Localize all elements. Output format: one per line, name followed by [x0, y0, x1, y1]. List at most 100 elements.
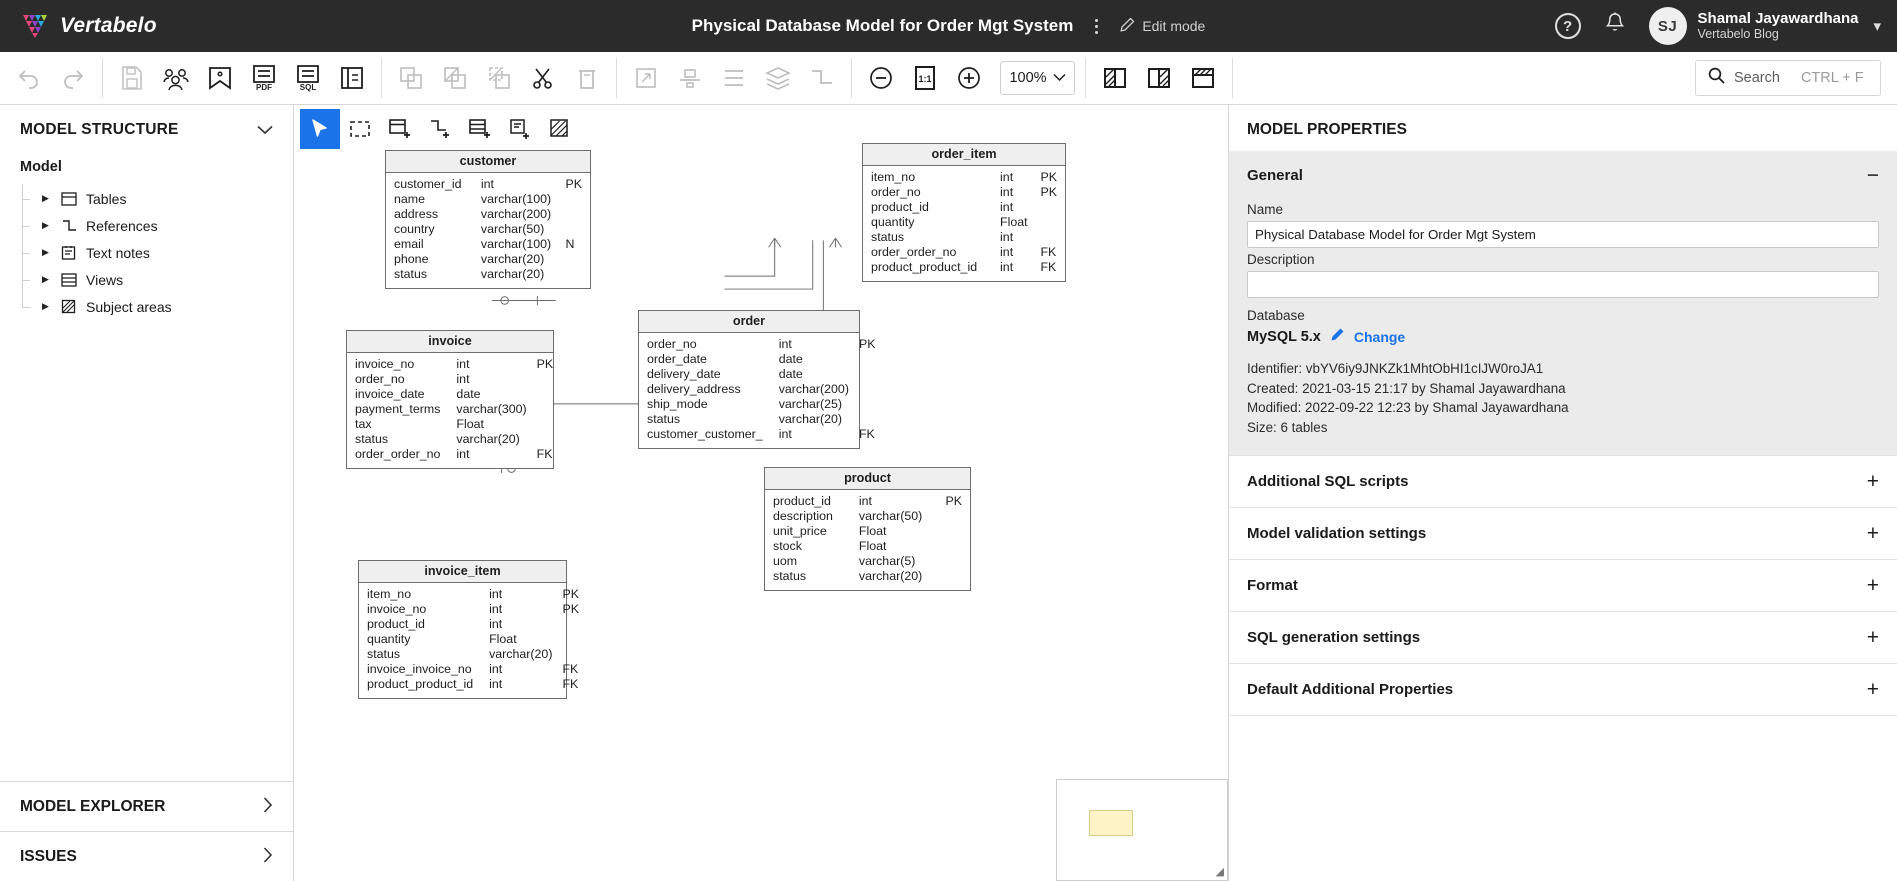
erd-column-row[interactable]: order_no int PK [871, 185, 1057, 200]
help-icon[interactable]: ? [1554, 13, 1581, 39]
pencil-icon[interactable] [1330, 327, 1345, 347]
erd-column-row[interactable]: order_no int PK [647, 337, 875, 352]
align-top-icon[interactable] [671, 59, 709, 97]
erd-column-row[interactable]: country varchar(50) [394, 222, 582, 237]
erd-column-row[interactable]: description varchar(50) [773, 509, 962, 524]
minus-icon[interactable]: − [1867, 165, 1879, 186]
paste-special-icon[interactable] [480, 59, 518, 97]
sidebar-item-references[interactable]: ▶ References [20, 212, 293, 239]
marquee-select-icon[interactable] [340, 109, 380, 149]
add-note-icon[interactable] [500, 109, 540, 149]
edit-mode-button[interactable]: Edit mode [1119, 17, 1205, 36]
erd-column-row[interactable]: status varchar(20) [367, 647, 579, 662]
erd-column-row[interactable]: unit_price Float [773, 524, 962, 539]
layers-icon[interactable] [759, 59, 797, 97]
erd-column-row[interactable]: name varchar(100) [394, 192, 582, 207]
change-database-link[interactable]: Change [1354, 329, 1405, 345]
split-right-icon[interactable] [1140, 59, 1178, 97]
issues-header[interactable]: ISSUES [0, 831, 293, 881]
section-sql-generation-settings[interactable]: SQL generation settings + [1229, 612, 1897, 664]
add-subject-area-icon[interactable] [540, 109, 580, 149]
zoom-in-icon[interactable] [950, 59, 988, 97]
erd-column-row[interactable]: status int [871, 230, 1057, 245]
zoom-actual-icon[interactable]: 1:1 [906, 59, 944, 97]
sidebar-item-tables[interactable]: ▶ Tables [20, 185, 293, 212]
erd-column-row[interactable]: delivery_address varchar(200) [647, 382, 875, 397]
erd-table[interactable]: customer customer_id int PK name varchar(100)… [385, 150, 591, 289]
search-input[interactable]: Search CTRL + F [1695, 60, 1881, 96]
split-left-icon[interactable] [1096, 59, 1134, 97]
section-default-additional-properties[interactable]: Default Additional Properties + [1229, 664, 1897, 716]
erd-column-row[interactable]: product_id int [871, 200, 1057, 215]
redo-icon[interactable] [54, 59, 92, 97]
erd-column-row[interactable]: customer_id int PK [394, 177, 582, 192]
erd-column-row[interactable]: order_order_no int FK [871, 245, 1057, 260]
erd-table[interactable]: order order_no int PK order_date date delivery… [638, 310, 875, 449]
erd-column-row[interactable]: phone varchar(20) [394, 252, 582, 267]
minimap-resize-handle[interactable]: ◢ [1216, 865, 1224, 878]
model-structure-header[interactable]: MODEL STRUCTURE [0, 105, 293, 149]
erd-column-row[interactable]: customer_customer_ int FK [647, 427, 875, 442]
chevron-down-icon[interactable]: ▾ [1873, 17, 1881, 35]
erd-column-row[interactable]: email varchar(100) N [394, 237, 582, 252]
align-middle-icon[interactable] [715, 59, 753, 97]
undo-icon[interactable] [10, 59, 48, 97]
erd-column-row[interactable]: quantity Float [871, 215, 1057, 230]
erd-column-row[interactable]: product_product_id int FK [871, 260, 1057, 275]
add-reference-icon[interactable] [420, 109, 460, 149]
minimap[interactable]: ◢ [1056, 779, 1228, 881]
route-line-icon[interactable] [803, 59, 841, 97]
erd-column-row[interactable]: order_date date [647, 352, 875, 367]
erd-column-row[interactable]: invoice_invoice_no int FK [367, 662, 579, 677]
delete-trash-icon[interactable] [568, 59, 606, 97]
erd-column-row[interactable]: invoice_no int PK [355, 357, 553, 372]
sidebar-item-views[interactable]: ▶ Views [20, 266, 293, 293]
erd-column-row[interactable]: payment_terms varchar(300) [355, 402, 553, 417]
name-field[interactable]: Physical Database Model for Order Mgt Sy… [1247, 221, 1879, 248]
erd-column-row[interactable]: item_no int PK [871, 170, 1057, 185]
erd-column-row[interactable]: order_no int [355, 372, 553, 387]
sidebar-item-subject-areas[interactable]: ▶ Subject areas [20, 293, 293, 320]
section-format[interactable]: Format + [1229, 560, 1897, 612]
erd-column-row[interactable]: status varchar(20) [394, 267, 582, 282]
add-table-icon[interactable] [380, 109, 420, 149]
chevron-right-icon[interactable] [263, 847, 273, 866]
chevron-right-icon[interactable] [263, 797, 273, 816]
section-additional-sql-scripts[interactable]: Additional SQL scripts + [1229, 455, 1897, 508]
save-icon[interactable] [113, 59, 151, 97]
share-users-icon[interactable] [157, 59, 195, 97]
erd-column-row[interactable]: delivery_date date [647, 367, 875, 382]
user-menu[interactable]: SJ Shamal Jayawardhana Vertabelo Blog ▾ [1648, 7, 1881, 45]
erd-column-row[interactable]: status varchar(20) [647, 412, 875, 427]
erd-column-row[interactable]: address varchar(200) [394, 207, 582, 222]
erd-column-row[interactable]: quantity Float [367, 632, 579, 647]
erd-column-row[interactable]: product_id int [367, 617, 579, 632]
export-pdf-icon[interactable]: PDF [245, 59, 283, 97]
general-section-header[interactable]: General − [1247, 151, 1879, 198]
plus-icon[interactable]: + [1867, 679, 1879, 700]
minimap-viewport[interactable] [1089, 810, 1133, 836]
pointer-cursor-icon[interactable] [300, 109, 340, 149]
erd-column-row[interactable]: invoice_date date [355, 387, 553, 402]
plus-icon[interactable]: + [1867, 575, 1879, 596]
cut-scissors-icon[interactable] [524, 59, 562, 97]
resize-fit-icon[interactable] [627, 59, 665, 97]
erd-column-row[interactable]: item_no int PK [367, 587, 579, 602]
add-view-icon[interactable] [460, 109, 500, 149]
copy-icon[interactable] [392, 59, 430, 97]
erd-column-row[interactable]: product_id int PK [773, 494, 962, 509]
erd-column-row[interactable]: ship_mode varchar(25) [647, 397, 875, 412]
plus-icon[interactable]: + [1867, 471, 1879, 492]
diagram-canvas[interactable]: customer customer_id int PK name varchar(100)… [294, 105, 1228, 881]
title-more-menu-icon[interactable] [1087, 15, 1105, 37]
brand-logo-group[interactable]: Vertabelo [0, 12, 157, 40]
section-model-validation-settings[interactable]: Model validation settings + [1229, 508, 1897, 560]
export-sql-icon[interactable]: SQL [289, 59, 327, 97]
sidebar-item-text-notes[interactable]: ▶ Text notes [20, 239, 293, 266]
split-top-icon[interactable] [1184, 59, 1222, 97]
erd-table[interactable]: invoice_item item_no int PK invoice_no int PK p… [358, 560, 579, 699]
documentation-icon[interactable] [333, 59, 371, 97]
zoom-out-icon[interactable] [862, 59, 900, 97]
erd-table[interactable]: order_item item_no int PK order_no int PK produ… [862, 143, 1066, 282]
bell-icon[interactable] [1603, 11, 1627, 42]
